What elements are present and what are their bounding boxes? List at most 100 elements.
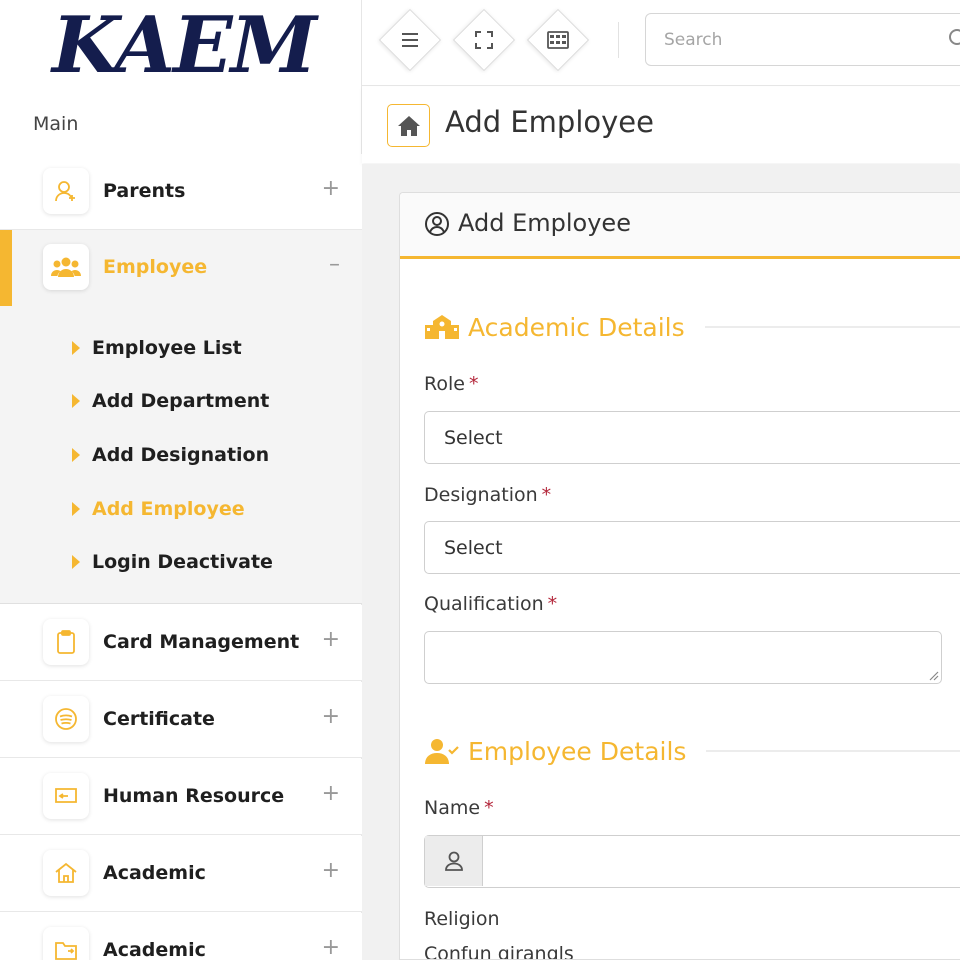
expand-icon[interactable]: + [322,627,340,652]
home-icon [397,115,420,136]
add-employee-card: Add Employee Academic Details Role * Sele… [399,192,960,960]
religion-select-value[interactable]: Confun girangls [424,943,574,959]
qualification-textarea[interactable] [424,631,942,684]
caret-right-icon [72,555,80,569]
search-box[interactable] [645,13,960,66]
brand-logo[interactable]: KAEM [52,4,317,88]
required-marker: * [541,484,552,506]
designation-selected-value: Select [444,536,503,559]
role-select[interactable]: Select [424,411,960,464]
expand-icon[interactable]: + [322,858,340,883]
active-indicator [0,230,12,306]
label-text: Religion [424,908,500,930]
grid-icon [547,31,569,49]
submenu-item-add-department[interactable]: Add Department [72,388,269,414]
caret-right-icon [72,394,80,408]
folder-share-icon [43,927,89,960]
sidebar: KAEM Main Parents + Employee – Employee … [0,0,362,960]
page-header: Add Employee [362,87,960,163]
certificate-badge-icon [43,696,89,742]
sidebar-item-label: Academic [103,862,206,884]
caret-right-icon [72,502,80,516]
submenu-item-login-deactivate[interactable]: Login Deactivate [72,549,273,575]
name-label: Name * [424,797,494,819]
sidebar-item-employee[interactable]: Employee – [0,230,362,306]
caret-right-icon [72,341,80,355]
required-marker: * [468,373,479,395]
toolbar-divider [618,22,619,58]
sidebar-item-parents[interactable]: Parents + [0,154,362,230]
page-title: Add Employee [445,105,654,139]
collapse-icon[interactable]: – [329,252,340,277]
sidebar-item-label: Human Resource [103,785,285,807]
religion-label: Religion [424,908,500,930]
label-text: Role [424,373,465,395]
card-title: Add Employee [458,209,631,237]
sidebar-item-academic[interactable]: Academic + [0,836,362,912]
designation-label: Designation * [424,484,551,506]
fullscreen-button[interactable] [452,8,516,72]
menu-icon [402,33,418,47]
resize-grip-icon[interactable] [927,669,939,681]
section-title: Academic Details [468,312,685,342]
search-input[interactable] [664,27,924,53]
submenu-item-label: Add Employee [92,498,245,520]
clipboard-icon [43,619,89,665]
sidebar-item-label: Parents [103,180,186,202]
user-circle-icon [425,212,449,236]
label-text: Name [424,797,481,819]
sidebar-item-label: Employee [103,256,208,278]
submenu-item-label: Login Deactivate [92,551,273,573]
role-label: Role * [424,373,478,395]
expand-icon[interactable]: + [322,935,340,960]
role-selected-value: Select [444,426,503,449]
submenu-item-add-employee[interactable]: Add Employee [72,496,245,522]
monitor-return-icon [43,773,89,819]
home-outline-icon [43,850,89,896]
expand-icon[interactable]: + [322,704,340,729]
home-button[interactable] [387,104,430,147]
sidebar-item-label: Academic [103,939,206,960]
section-employee-details: Employee Details [424,733,960,769]
parent-user-icon [43,168,89,214]
section-academic-details: Academic Details [424,309,960,345]
top-bar [362,0,960,86]
submenu-item-add-designation[interactable]: Add Designation [72,442,269,468]
required-marker: * [547,593,558,615]
name-input-addon [425,836,483,886]
sidebar-item-human-resource[interactable]: Human Resource + [0,759,362,835]
qualification-label: Qualification * [424,593,557,615]
sidebar-item-academic-2[interactable]: Academic + [0,913,362,960]
submenu-item-employee-list[interactable]: Employee List [72,335,242,361]
submenu-item-label: Add Designation [92,444,270,466]
submenu-item-label: Add Department [92,390,270,412]
main-content: Add Employee Academic Details Role * Sele… [362,164,960,960]
expand-icon[interactable]: + [322,781,340,806]
employee-submenu: Employee List Add Department Add Designa… [0,306,362,604]
school-building-icon [425,315,459,339]
sidebar-section-label: Main [33,113,79,135]
card-header: Add Employee [400,193,960,259]
sidebar-item-certificate[interactable]: Certificate + [0,682,362,758]
grid-view-button[interactable] [526,8,590,72]
submenu-item-label: Employee List [92,337,242,359]
designation-select[interactable]: Select [424,521,960,574]
section-title: Employee Details [468,736,687,766]
user-icon [444,851,463,871]
search-icon[interactable] [948,28,960,50]
label-text: Qualification [424,593,544,615]
menu-toggle-button[interactable] [378,8,442,72]
section-divider [706,750,960,752]
sidebar-item-card-management[interactable]: Card Management + [0,605,362,681]
name-input-group[interactable] [424,835,960,888]
required-marker: * [484,797,494,819]
expand-icon[interactable]: + [322,176,340,201]
label-text: Designation [424,484,538,506]
sidebar-item-label: Certificate [103,708,215,730]
caret-right-icon [72,448,80,462]
sidebar-item-label: Card Management [103,631,300,653]
users-group-icon [43,244,89,290]
user-check-icon [425,739,459,764]
fullscreen-icon [475,31,493,49]
section-divider [704,326,960,328]
